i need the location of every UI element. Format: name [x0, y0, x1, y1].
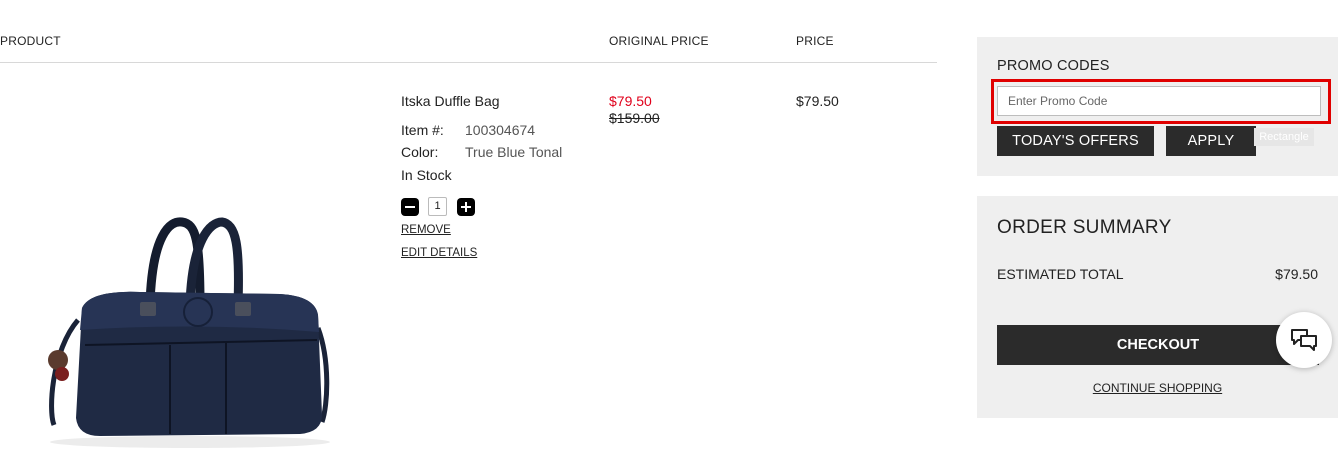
promo-codes-panel: PROMO CODES TODAY'S OFFERS APPLY Rectang… — [977, 37, 1338, 176]
stock-status: In Stock — [401, 167, 452, 183]
order-summary-title: ORDER SUMMARY — [997, 217, 1172, 238]
quantity-stepper: 1 — [401, 197, 475, 216]
original-price-column-header: ORIGINAL PRICE — [609, 34, 709, 48]
item-number-value: 100304674 — [465, 122, 536, 138]
sale-price: $79.50 — [609, 93, 652, 109]
item-name[interactable]: Itska Duffle Bag — [401, 93, 500, 109]
product-image[interactable] — [30, 210, 350, 450]
original-price: $159.00 — [609, 110, 660, 126]
rectangle-placeholder-tag: Rectangle — [1254, 128, 1314, 146]
order-summary-panel: ORDER SUMMARY ESTIMATED TOTAL $79.50 CHE… — [977, 196, 1338, 418]
duffle-bag-illustration — [48, 217, 330, 448]
checkout-button[interactable]: CHECKOUT — [997, 325, 1319, 365]
line-price: $79.50 — [796, 93, 839, 109]
quantity-value[interactable]: 1 — [428, 197, 447, 216]
chat-bubbles-icon — [1291, 329, 1317, 351]
header-divider — [0, 62, 937, 63]
increase-quantity-button[interactable] — [457, 197, 475, 216]
todays-offers-button[interactable]: TODAY'S OFFERS — [997, 126, 1154, 156]
chat-button[interactable] — [1276, 312, 1332, 368]
remove-link[interactable]: REMOVE — [401, 224, 451, 236]
product-column-header: PRODUCT — [0, 34, 61, 48]
item-number-label: Item #: — [401, 122, 444, 138]
estimated-total-value: $79.50 — [1275, 266, 1318, 282]
promo-codes-title: PROMO CODES — [997, 58, 1110, 74]
estimated-total-label: ESTIMATED TOTAL — [997, 266, 1124, 282]
decrease-quantity-button[interactable] — [401, 197, 419, 216]
item-number-row: Item #: 100304674 — [401, 122, 535, 138]
continue-shopping-link[interactable]: CONTINUE SHOPPING — [977, 381, 1338, 395]
color-label: Color: — [401, 144, 439, 160]
color-value: True Blue Tonal — [465, 144, 563, 160]
price-column-header: PRICE — [796, 34, 834, 48]
apply-button[interactable]: APPLY — [1166, 126, 1256, 156]
promo-code-input[interactable] — [997, 86, 1321, 116]
edit-details-link[interactable]: EDIT DETAILS — [401, 247, 477, 259]
color-row: Color: True Blue Tonal — [401, 144, 562, 160]
